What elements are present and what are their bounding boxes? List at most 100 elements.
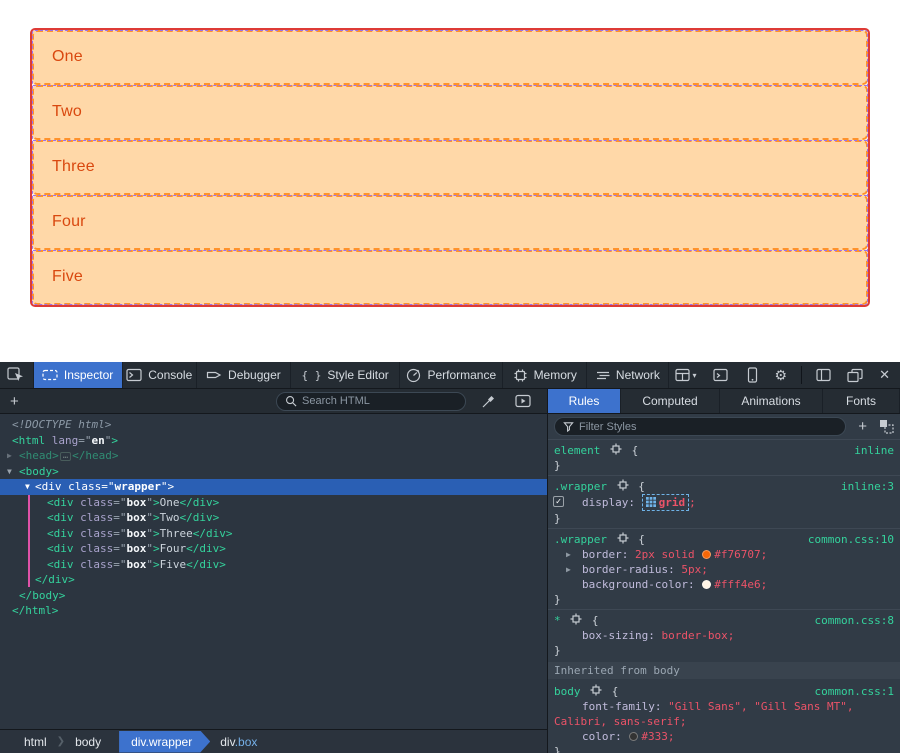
iframe-picker-button[interactable]: ▾: [669, 368, 703, 382]
inherited-from-body-header: Inherited from body: [548, 662, 900, 679]
rule-selector[interactable]: .wrapper: [554, 533, 607, 546]
markup-row-box-two[interactable]: <div class="box">Two</div>: [0, 510, 547, 526]
close-icon: ✕: [879, 367, 890, 383]
markup-row-head[interactable]: ▶<head>…</head>: [0, 448, 547, 464]
tab-debugger[interactable]: Debugger: [197, 362, 291, 388]
color-swatch[interactable]: [702, 580, 711, 589]
dock-side-icon: [816, 368, 831, 382]
rule-gear-icon[interactable]: [617, 532, 629, 544]
tab-inspector[interactable]: Inspector: [34, 362, 123, 388]
tab-network[interactable]: Network: [587, 362, 668, 388]
markup-row-doctype[interactable]: <!DOCTYPE html>: [0, 417, 547, 433]
rule-universal: * { common.css:8 box-sizing: border-box;…: [548, 609, 900, 660]
breadcrumb-div-wrapper-selected[interactable]: div.wrapper: [119, 731, 210, 753]
tab-performance[interactable]: Performance: [400, 362, 503, 388]
rule-source-link[interactable]: inline: [854, 443, 894, 458]
devtools-panel: Inspector Console Debugger { } Style Edi…: [0, 362, 900, 753]
search-html-input[interactable]: [302, 395, 457, 407]
close-devtools-button[interactable]: ✕: [873, 367, 896, 383]
tab-label: Performance: [427, 368, 496, 382]
expand-shorthand-icon[interactable]: ▶: [566, 547, 571, 562]
markup-tree: <!DOCTYPE html> <html lang="en"> ▶<head>…: [0, 414, 547, 729]
collapsed-content-marker[interactable]: …: [60, 452, 71, 461]
expand-twisty-icon[interactable]: ▶: [7, 448, 12, 464]
element-picker-button[interactable]: [0, 362, 34, 388]
filter-styles-input[interactable]: [579, 421, 837, 433]
performance-icon: [406, 368, 421, 383]
tab-fonts[interactable]: Fonts: [823, 389, 900, 413]
grid-box-two: Two: [32, 85, 868, 140]
markup-row-body-close[interactable]: </body>: [0, 588, 547, 604]
responsive-mode-button[interactable]: [739, 367, 765, 383]
search-html-box[interactable]: [276, 392, 466, 411]
add-node-button[interactable]: +: [6, 393, 23, 410]
expand-shorthand-icon[interactable]: ▶: [566, 562, 571, 577]
tab-label: Memory: [534, 368, 577, 382]
color-swatch[interactable]: [702, 550, 711, 559]
eyedropper-button[interactable]: [474, 394, 501, 409]
rendered-page: One Two Three Four Five: [0, 0, 900, 362]
rule-source-link[interactable]: common.css:1: [815, 684, 894, 699]
collapse-twisty-icon[interactable]: ▼: [25, 479, 30, 495]
rule-source-link[interactable]: inline:3: [841, 479, 894, 494]
rule-gear-icon[interactable]: [590, 684, 602, 696]
markup-row-body-open[interactable]: ▼<body>: [0, 464, 547, 480]
markup-toolbar: +: [0, 389, 547, 414]
iframe-picker-icon: [675, 368, 691, 382]
add-rule-button[interactable]: +: [854, 418, 871, 435]
markup-row-wrapper-close[interactable]: </div>: [0, 572, 547, 588]
rule-wrapper-inline: .wrapper { inline:3 ✓ display: grid;: [548, 475, 900, 528]
rule-selector[interactable]: body: [554, 685, 581, 698]
devtools-main: +: [0, 389, 900, 753]
memory-icon: [513, 368, 528, 383]
collapse-twisty-icon[interactable]: ▼: [7, 464, 12, 480]
pseudo-class-panel-icon[interactable]: [879, 419, 894, 434]
breadcrumb-div-box[interactable]: div.box: [210, 735, 267, 749]
grid-highlighter-toggle[interactable]: grid: [642, 494, 690, 511]
prop-enabled-checkbox[interactable]: ✓: [553, 496, 564, 507]
settings-button[interactable]: ⚙: [769, 368, 794, 382]
breadcrumb-html[interactable]: html: [14, 735, 57, 749]
markup-row-box-four[interactable]: <div class="box">Four</div>: [0, 541, 547, 557]
markup-row-html-close[interactable]: </html>: [0, 603, 547, 619]
rule-selector[interactable]: *: [554, 614, 561, 627]
split-console-button[interactable]: [707, 368, 735, 382]
box-label: Three: [52, 158, 95, 175]
separate-window-button[interactable]: [841, 368, 869, 383]
tab-style-editor[interactable]: { } Style Editor: [291, 362, 401, 388]
color-swatch[interactable]: [629, 732, 638, 741]
markup-row-box-five[interactable]: <div class="box">Five</div>: [0, 557, 547, 573]
filter-styles-box[interactable]: [554, 417, 846, 436]
tab-animations[interactable]: Animations: [720, 389, 823, 413]
rule-gear-icon[interactable]: [617, 479, 629, 491]
paint-flashing-icon: [515, 394, 531, 408]
markup-row-html-open[interactable]: <html lang="en">: [0, 433, 547, 449]
prop-box-sizing: box-sizing: border-box;: [548, 628, 900, 643]
tab-memory[interactable]: Memory: [503, 362, 587, 388]
box-label: Four: [52, 213, 86, 230]
gear-icon: ⚙: [775, 368, 788, 382]
firefox-devtools-screenshot: One Two Three Four Five: [0, 0, 900, 753]
rules-pane: Rules Computed Animations Fonts +: [548, 389, 900, 753]
style-editor-icon: { }: [302, 369, 322, 382]
markup-row-wrapper-selected[interactable]: ▼<div class="wrapper">: [0, 479, 547, 495]
rule-gear-icon[interactable]: [610, 443, 622, 455]
rule-selector[interactable]: element: [554, 444, 600, 457]
rule-source-link[interactable]: common.css:8: [815, 613, 894, 628]
rule-selector[interactable]: .wrapper: [554, 480, 607, 493]
grid-wrapper: One Two Three Four Five: [30, 28, 870, 307]
prop-background-color: background-color: #fff4e6;: [548, 577, 900, 592]
tab-rules[interactable]: Rules: [548, 389, 621, 413]
paint-flashing-button[interactable]: [509, 394, 537, 408]
grid-box-one: One: [32, 30, 868, 85]
rule-gear-icon[interactable]: [570, 613, 582, 625]
breadcrumb-body[interactable]: body: [65, 735, 111, 749]
rule-source-link[interactable]: common.css:10: [808, 532, 894, 547]
tab-computed[interactable]: Computed: [621, 389, 720, 413]
box-label: Two: [52, 103, 82, 120]
tab-console[interactable]: Console: [123, 362, 197, 388]
markup-row-box-one[interactable]: <div class="box">One</div>: [0, 495, 547, 511]
markup-row-box-three[interactable]: <div class="box">Three</div>: [0, 526, 547, 542]
dock-side-button[interactable]: [810, 368, 837, 382]
grid-box-four: Four: [32, 195, 868, 250]
